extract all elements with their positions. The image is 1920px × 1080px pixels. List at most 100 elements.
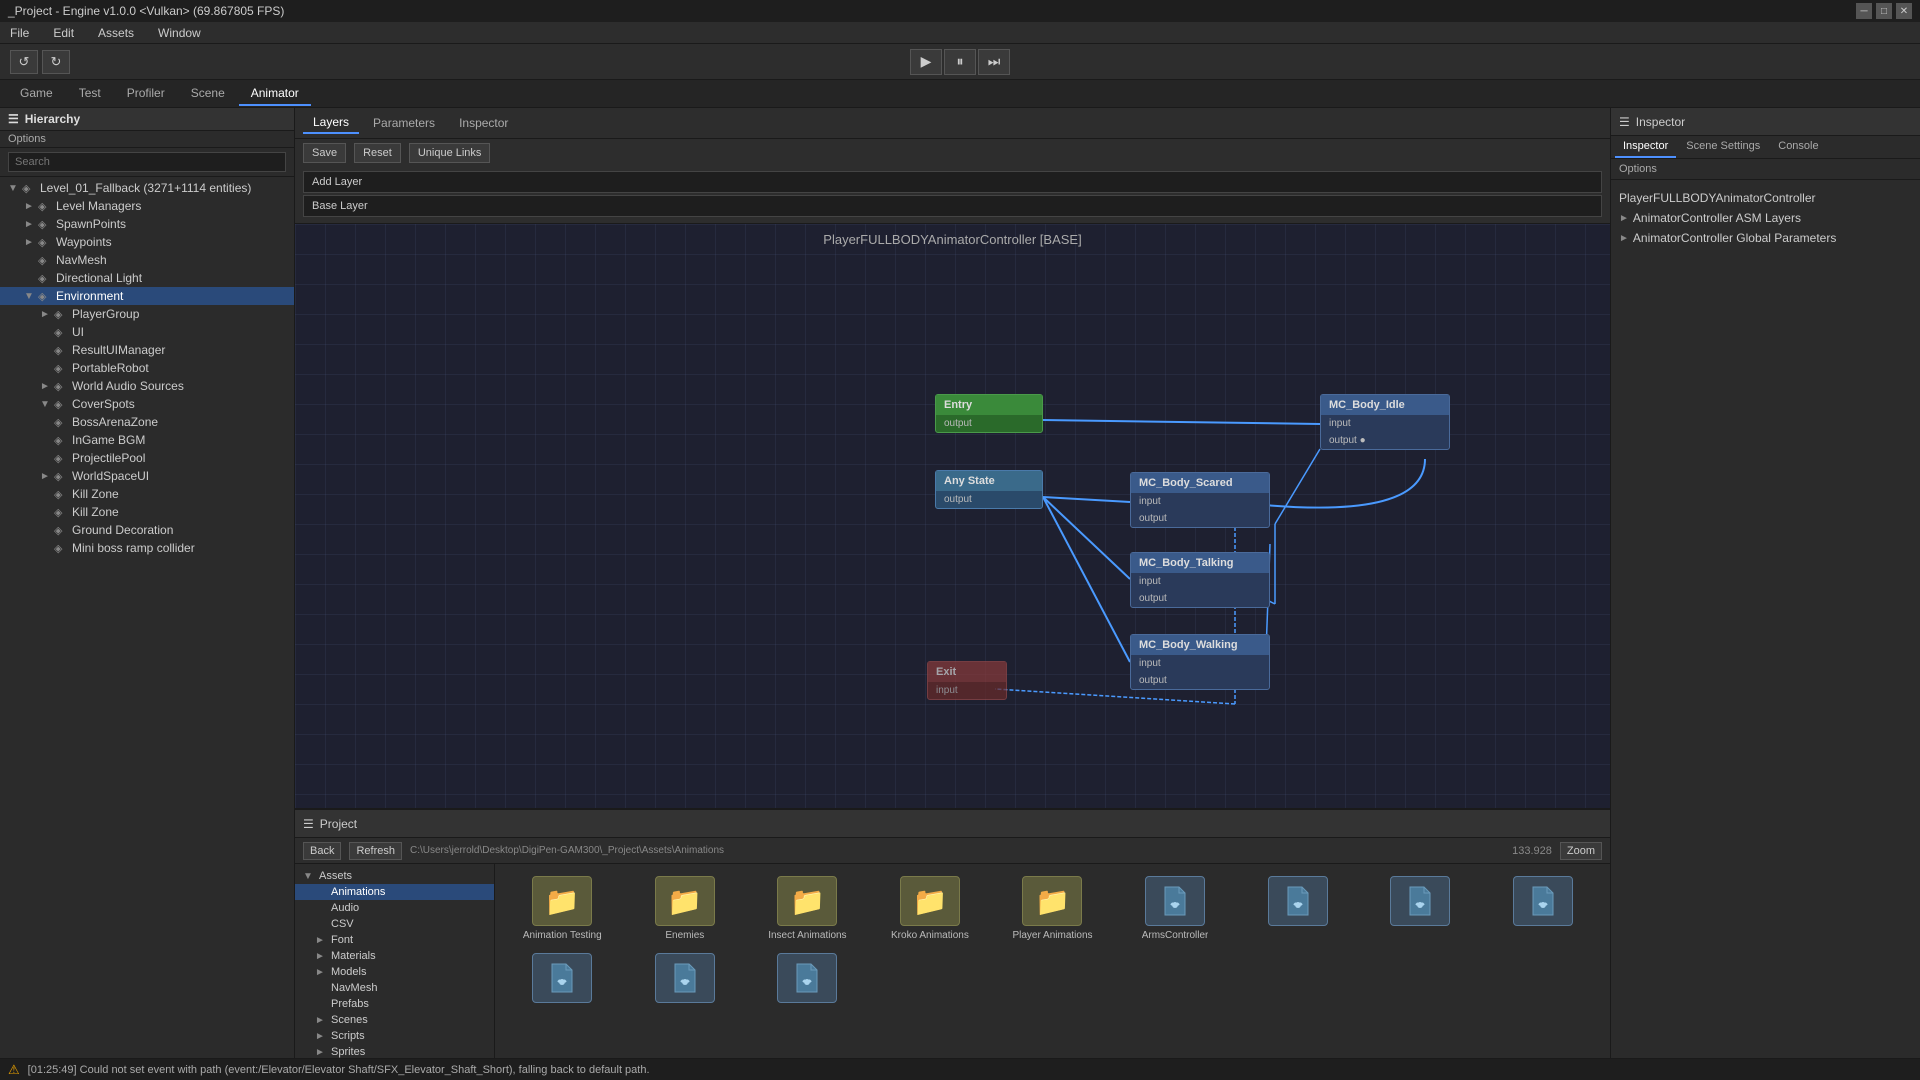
- tree-item-inGameBGM[interactable]: ◈InGame BGM: [0, 431, 294, 449]
- entry-node[interactable]: Entry output: [935, 394, 1043, 433]
- tree-item-navMesh[interactable]: ◈NavMesh: [0, 251, 294, 269]
- asset-asset12[interactable]: [748, 949, 867, 1011]
- reset-button[interactable]: Reset: [354, 143, 401, 163]
- close-button[interactable]: ✕: [1896, 3, 1912, 19]
- tree-item-resultUIManager[interactable]: ◈ResultUIManager: [0, 341, 294, 359]
- tab-scene[interactable]: Scene: [179, 82, 237, 106]
- asset-playerAnims[interactable]: 📁Player Animations: [993, 872, 1112, 945]
- tree-item-waypoints[interactable]: ►◈Waypoints: [0, 233, 294, 251]
- tree-item-projectilePool[interactable]: ◈ProjectilePool: [0, 449, 294, 467]
- animator-canvas[interactable]: PlayerFULLBODYAnimatorController [BASE]: [295, 224, 1610, 808]
- asset-icon-insectAnims: 📁: [777, 876, 837, 926]
- asm-layers-row[interactable]: ► AnimatorController ASM Layers: [1619, 208, 1912, 228]
- add-layer-item[interactable]: Add Layer: [303, 171, 1602, 193]
- tree-item-miniBoss[interactable]: ◈Mini boss ramp collider: [0, 539, 294, 557]
- asset-asset10[interactable]: [503, 949, 622, 1011]
- tree-item-environment[interactable]: ▼◈Environment: [0, 287, 294, 305]
- animator-tab-inspector[interactable]: Inspector: [449, 113, 518, 133]
- inspector-tab-inspector[interactable]: Inspector: [1615, 136, 1676, 158]
- tree-item-directionalLight[interactable]: ◈Directional Light: [0, 269, 294, 287]
- tab-profiler[interactable]: Profiler: [115, 82, 177, 106]
- maximize-button[interactable]: □: [1876, 3, 1892, 19]
- menu-edit[interactable]: Edit: [47, 24, 80, 42]
- proj-tree-font[interactable]: ►Font: [295, 932, 494, 948]
- tree-item-killZone2[interactable]: ◈Kill Zone: [0, 503, 294, 521]
- mc-body-talking-node[interactable]: MC_Body_Talking input output: [1130, 552, 1270, 608]
- project-panel: ☰ Project Back Refresh C:\Users\jerrold\…: [295, 810, 1610, 1058]
- asset-asset8[interactable]: [1361, 872, 1480, 945]
- tree-icon-environment: ◈: [38, 290, 54, 303]
- tab-test[interactable]: Test: [67, 82, 113, 106]
- tree-item-levelManagers[interactable]: ►◈Level Managers: [0, 197, 294, 215]
- redo-button[interactable]: ↻: [42, 50, 70, 74]
- undo-button[interactable]: ↺: [10, 50, 38, 74]
- animator-canvas-wrapper[interactable]: PlayerFULLBODYAnimatorController [BASE]: [295, 224, 1610, 808]
- proj-tree-prefabs[interactable]: Prefabs: [295, 996, 494, 1012]
- asset-insectAnims[interactable]: 📁Insect Animations: [748, 872, 867, 945]
- tree-item-playerGroup[interactable]: ►◈PlayerGroup: [0, 305, 294, 323]
- tree-item-level[interactable]: ▼◈Level_01_Fallback (3271+1114 entities): [0, 179, 294, 197]
- asset-enemies[interactable]: 📁Enemies: [626, 872, 745, 945]
- hierarchy-search-input[interactable]: [8, 152, 286, 172]
- tree-item-spawnPoints[interactable]: ►◈SpawnPoints: [0, 215, 294, 233]
- asset-icon-enemies: 📁: [655, 876, 715, 926]
- proj-tree-audio[interactable]: Audio: [295, 900, 494, 916]
- tree-item-worldSpaceUI[interactable]: ►◈WorldSpaceUI: [0, 467, 294, 485]
- bottom-area: ☰ Project Back Refresh C:\Users\jerrold\…: [295, 808, 1610, 1058]
- tree-icon-worldAudio: ◈: [54, 380, 70, 393]
- menu-file[interactable]: File: [4, 24, 35, 42]
- proj-tree-models[interactable]: ►Models: [295, 964, 494, 980]
- proj-tree-animations[interactable]: Animations: [295, 884, 494, 900]
- exit-node[interactable]: Exit input: [927, 661, 1007, 700]
- inspector-tab-scene[interactable]: Scene Settings: [1678, 136, 1768, 158]
- tree-item-worldAudio[interactable]: ►◈World Audio Sources: [0, 377, 294, 395]
- asset-asset11[interactable]: [626, 949, 745, 1011]
- tree-item-groundDecoration[interactable]: ◈Ground Decoration: [0, 521, 294, 539]
- step-button[interactable]: ⏭: [978, 49, 1010, 75]
- tree-label-groundDecoration: Ground Decoration: [72, 523, 173, 537]
- menu-assets[interactable]: Assets: [92, 24, 140, 42]
- proj-tree-navMesh[interactable]: NavMesh: [295, 980, 494, 996]
- asset-krokoAnims[interactable]: 📁Kroko Animations: [871, 872, 990, 945]
- mc-body-idle-node[interactable]: MC_Body_Idle input output ●: [1320, 394, 1450, 450]
- tree-item-bossArena[interactable]: ◈BossArenaZone: [0, 413, 294, 431]
- menu-window[interactable]: Window: [152, 24, 207, 42]
- minimize-button[interactable]: ─: [1856, 3, 1872, 19]
- mc-body-walking-input: input: [1131, 655, 1269, 672]
- inspector-tab-console[interactable]: Console: [1770, 136, 1826, 158]
- right-panel: ☰ Inspector Inspector Scene Settings Con…: [1610, 108, 1920, 1058]
- pause-button[interactable]: ⏸: [944, 49, 976, 75]
- any-state-node[interactable]: Any State output: [935, 470, 1043, 509]
- tree-item-coverSpots[interactable]: ▼◈CoverSpots: [0, 395, 294, 413]
- animator-tab-parameters[interactable]: Parameters: [363, 113, 445, 133]
- asset-asset9[interactable]: [1483, 872, 1602, 945]
- save-button[interactable]: Save: [303, 143, 346, 163]
- proj-tree-materials[interactable]: ►Materials: [295, 948, 494, 964]
- unique-links-button[interactable]: Unique Links: [409, 143, 491, 163]
- global-params-row[interactable]: ► AnimatorController Global Parameters: [1619, 228, 1912, 248]
- window-title: _Project - Engine v1.0.0 <Vulkan> (69.86…: [8, 4, 284, 18]
- back-button[interactable]: Back: [303, 842, 341, 860]
- animator-tab-layers[interactable]: Layers: [303, 112, 359, 134]
- asset-asset7[interactable]: [1238, 872, 1357, 945]
- tree-icon-killZone2: ◈: [54, 506, 70, 519]
- tab-game[interactable]: Game: [8, 82, 65, 106]
- zoom-button[interactable]: Zoom: [1560, 842, 1602, 860]
- play-button[interactable]: ▶: [910, 49, 942, 75]
- tree-item-killZone1[interactable]: ◈Kill Zone: [0, 485, 294, 503]
- base-layer-item[interactable]: Base Layer: [303, 195, 1602, 217]
- proj-tree-assets[interactable]: ▼Assets: [295, 868, 494, 884]
- tree-label-worldAudio: World Audio Sources: [72, 379, 184, 393]
- asset-animTesting[interactable]: 📁Animation Testing: [503, 872, 622, 945]
- refresh-button[interactable]: Refresh: [349, 842, 402, 860]
- tab-animator[interactable]: Animator: [239, 82, 311, 106]
- tree-item-ui[interactable]: ◈UI: [0, 323, 294, 341]
- mc-body-walking-node[interactable]: MC_Body_Walking input output: [1130, 634, 1270, 690]
- asset-armsController[interactable]: ArmsController: [1116, 872, 1235, 945]
- proj-tree-scenes[interactable]: ►Scenes: [295, 1012, 494, 1028]
- mc-body-scared-node[interactable]: MC_Body_Scared input output: [1130, 472, 1270, 528]
- proj-tree-scripts[interactable]: ►Scripts: [295, 1028, 494, 1044]
- proj-tree-csv[interactable]: CSV: [295, 916, 494, 932]
- tree-item-portableRobot[interactable]: ◈PortableRobot: [0, 359, 294, 377]
- proj-tree-sprites[interactable]: ►Sprites: [295, 1044, 494, 1058]
